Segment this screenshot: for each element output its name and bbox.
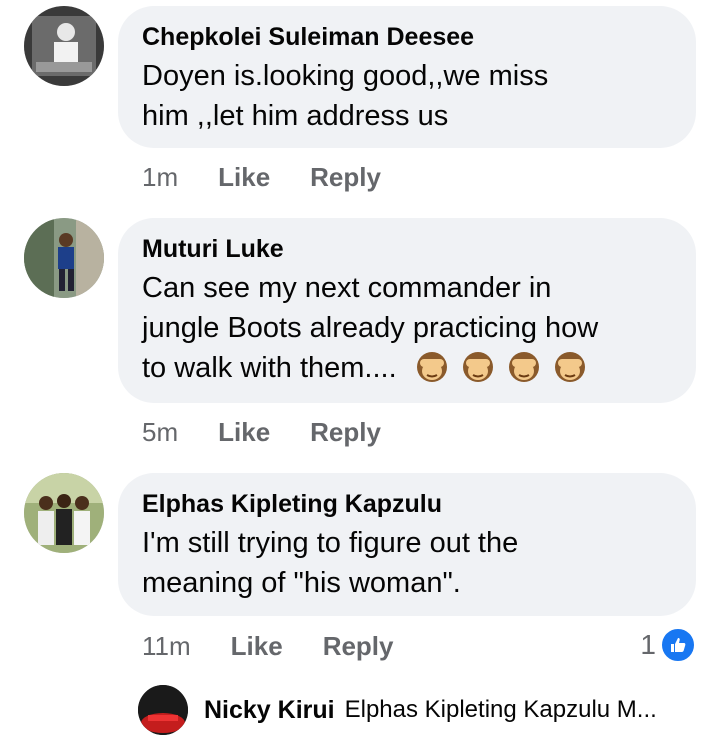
comment-author[interactable]: Elphas Kipleting Kapzulu bbox=[142, 489, 672, 519]
like-button[interactable]: Like bbox=[218, 162, 270, 193]
comment-text: Can see my next commander in jungle Boot… bbox=[142, 272, 599, 384]
reply-button[interactable]: Reply bbox=[310, 162, 381, 193]
avatar[interactable] bbox=[24, 473, 104, 553]
thumbs-up-icon bbox=[660, 627, 696, 663]
reaction-count[interactable]: 1 bbox=[640, 627, 696, 663]
comment-bubble: Chepkolei Suleiman Deesee Doyen is.looki… bbox=[118, 6, 696, 148]
reply-button[interactable]: Reply bbox=[323, 631, 394, 662]
see-no-evil-monkey-icon bbox=[411, 352, 587, 384]
comment-author[interactable]: Muturi Luke bbox=[142, 234, 672, 264]
comment-actions: 11m Like Reply bbox=[142, 631, 434, 662]
comment-author[interactable]: Chepkolei Suleiman Deesee bbox=[142, 22, 672, 52]
comment-time[interactable]: 1m bbox=[142, 162, 178, 193]
avatar[interactable] bbox=[138, 685, 188, 735]
comment-actions: 5m Like Reply bbox=[142, 417, 421, 448]
like-button[interactable]: Like bbox=[231, 631, 283, 662]
comment-time[interactable]: 11m bbox=[142, 631, 191, 662]
like-button[interactable]: Like bbox=[218, 417, 270, 448]
comment-text: I'm still trying to figure out the meani… bbox=[142, 527, 519, 599]
avatar[interactable] bbox=[24, 218, 104, 298]
reply-text: Elphas Kipleting Kapzulu M... bbox=[344, 696, 657, 723]
reply-preview[interactable]: Nicky Kirui Elphas Kipleting Kapzulu M..… bbox=[138, 685, 657, 735]
comment-bubble: Muturi Luke Can see my next commander in… bbox=[118, 218, 696, 403]
comment-actions: 1m Like Reply bbox=[142, 162, 421, 193]
comment-bubble: Elphas Kipleting Kapzulu I'm still tryin… bbox=[118, 473, 696, 616]
reply-button[interactable]: Reply bbox=[310, 417, 381, 448]
reply-author[interactable]: Nicky Kirui bbox=[204, 696, 335, 725]
avatar[interactable] bbox=[24, 6, 104, 86]
comment-text: Doyen is.looking good,,we miss him ,,let… bbox=[142, 60, 549, 132]
comment-time[interactable]: 5m bbox=[142, 417, 178, 448]
